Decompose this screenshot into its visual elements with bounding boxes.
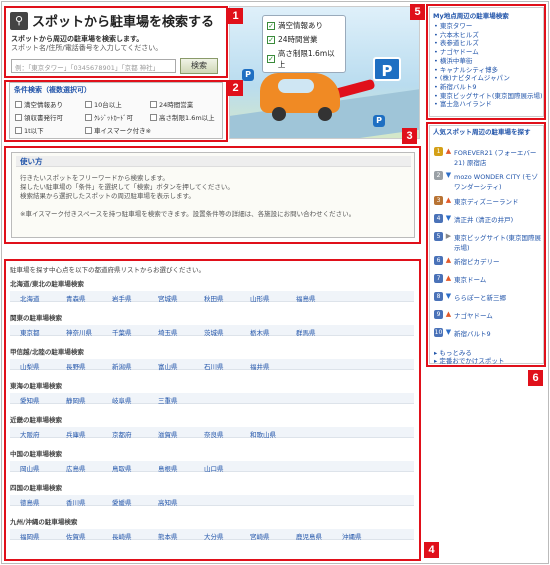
check-icon: ✓ xyxy=(267,35,275,44)
parking-sign-icon: P xyxy=(373,57,401,81)
feature-line: ✓ 24時間営業 xyxy=(267,34,341,45)
annotation-badge-3: 3 xyxy=(402,128,417,144)
parking-sign-icon: P xyxy=(373,115,385,127)
feature-text: 満空情報あり xyxy=(278,21,323,30)
feature-text: 高さ制限1.6m以上 xyxy=(277,49,335,69)
annotation-badge-2: 2 xyxy=(228,80,243,96)
wheel-graphic xyxy=(318,107,332,121)
annotation-box-6 xyxy=(426,122,546,367)
hero-illustration: ✓ 満空情報あり ✓ 24時間営業 ✓ 高さ制限1.6m以上 P P P xyxy=(229,6,420,139)
parking-sign-icon: P xyxy=(242,69,254,81)
annotation-box-2 xyxy=(4,80,228,142)
annotation-box-3 xyxy=(4,146,421,244)
feature-board: ✓ 満空情報あり ✓ 24時間営業 ✓ 高さ制限1.6m以上 xyxy=(262,15,346,73)
annotation-badge-5: 5 xyxy=(410,4,425,20)
annotation-box-5 xyxy=(426,4,546,120)
annotation-badge-6: 6 xyxy=(528,370,543,386)
feature-line: ✓ 高さ制限1.6m以上 xyxy=(267,48,341,70)
annotation-badge-4: 4 xyxy=(424,542,439,558)
check-icon: ✓ xyxy=(267,21,275,30)
annotation-box-4 xyxy=(4,259,421,561)
annotation-box-1 xyxy=(4,6,228,78)
check-icon: ✓ xyxy=(267,55,275,63)
wheel-graphic xyxy=(272,107,286,121)
feature-text: 24時間営業 xyxy=(278,35,318,44)
feature-line: ✓ 満空情報あり xyxy=(267,20,341,31)
annotation-badge-1: 1 xyxy=(228,8,243,24)
